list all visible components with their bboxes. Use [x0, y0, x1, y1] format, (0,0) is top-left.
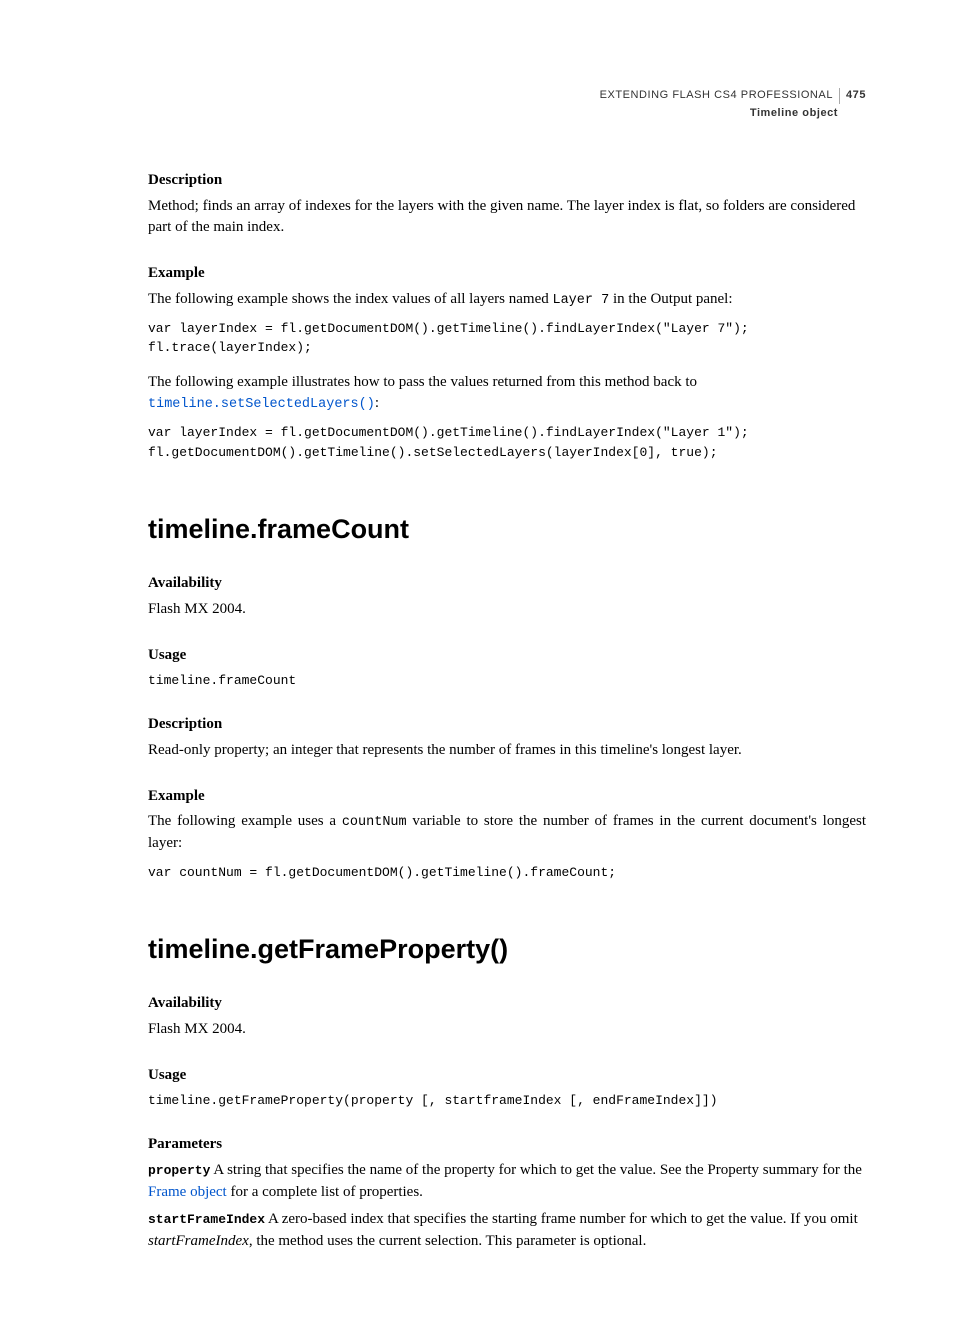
- description-text: Method; finds an array of indexes for th…: [148, 196, 866, 240]
- param-property-text-a: A string that specifies the name of the …: [210, 1162, 862, 1178]
- inline-code-layer7: Layer 7: [552, 293, 609, 308]
- example-intro-1a: The following example shows the index va…: [148, 291, 552, 307]
- availability-text-3: Flash MX 2004.: [148, 1019, 866, 1041]
- example-intro-3: The following example uses a countNum va…: [148, 811, 866, 855]
- param-name-startframeindex: startFrameIndex: [148, 1212, 265, 1227]
- example-intro-1b: in the Output panel:: [609, 291, 732, 307]
- subheading-example: Example: [148, 263, 866, 285]
- usage-code-3: timeline.getFrameProperty(property [, st…: [148, 1091, 866, 1111]
- code-block-2: var layerIndex = fl.getDocumentDOM().get…: [148, 423, 866, 462]
- subheading-description: Description: [148, 170, 866, 192]
- link-setselectedlayers-code: timeline.setSelectedLayers(): [148, 397, 375, 412]
- link-frame-object[interactable]: Frame object: [148, 1184, 227, 1200]
- example-intro-3a: The following example uses a: [148, 813, 342, 829]
- subheading-usage-3: Usage: [148, 1065, 866, 1087]
- param-startframeindex-text-b: , the method uses the current selection.…: [249, 1233, 647, 1249]
- header-title: EXTENDING FLASH CS4 PROFESSIONAL: [600, 88, 840, 104]
- subheading-usage-2: Usage: [148, 645, 866, 667]
- inline-code-countnum: countNum: [342, 815, 407, 830]
- header-page-number: 475: [840, 89, 866, 101]
- subheading-example-2: Example: [148, 786, 866, 808]
- code-block-3: var countNum = fl.getDocumentDOM().getTi…: [148, 863, 866, 883]
- description-text-2: Read-only property; an integer that repr…: [148, 740, 866, 762]
- subheading-parameters: Parameters: [148, 1134, 866, 1156]
- param-name-property: property: [148, 1163, 210, 1178]
- example-intro-1: The following example shows the index va…: [148, 289, 866, 311]
- heading-getframeproperty: timeline.getFrameProperty(): [148, 930, 866, 969]
- page-container: EXTENDING FLASH CS4 PROFESSIONAL475 Time…: [0, 0, 954, 1319]
- link-setselectedlayers[interactable]: timeline.setSelectedLayers(): [148, 395, 375, 411]
- subheading-availability-2: Availability: [148, 573, 866, 595]
- param-startframeindex-text-a: A zero-based index that specifies the st…: [265, 1211, 858, 1227]
- param-property-text-b: for a complete list of properties.: [227, 1184, 423, 1200]
- param-startframeindex-italic: startFrameIndex: [148, 1233, 249, 1249]
- subheading-description-2: Description: [148, 714, 866, 736]
- subheading-availability-3: Availability: [148, 993, 866, 1015]
- example-intro-2: The following example illustrates how to…: [148, 372, 866, 416]
- heading-framecount: timeline.frameCount: [148, 510, 866, 549]
- running-header: EXTENDING FLASH CS4 PROFESSIONAL475 Time…: [148, 88, 866, 122]
- usage-code-2: timeline.frameCount: [148, 671, 866, 691]
- code-block-1: var layerIndex = fl.getDocumentDOM().get…: [148, 319, 866, 358]
- param-startframeindex: startFrameIndex A zero-based index that …: [148, 1209, 866, 1253]
- example-intro-2-after: :: [375, 395, 379, 411]
- param-property: property A string that specifies the nam…: [148, 1160, 866, 1204]
- example-intro-2-text: The following example illustrates how to…: [148, 374, 697, 390]
- availability-text-2: Flash MX 2004.: [148, 599, 866, 621]
- header-subtitle: Timeline object: [148, 106, 866, 122]
